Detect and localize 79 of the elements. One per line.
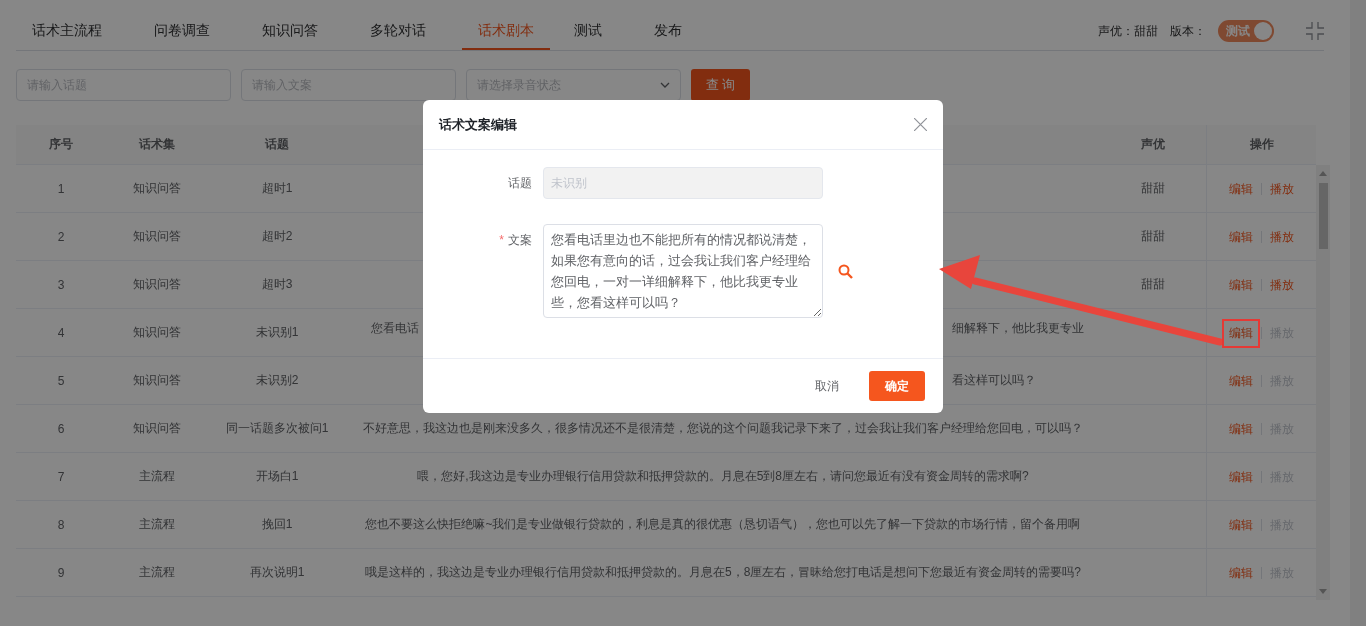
- table-cell-text: 您看电话: [371, 320, 419, 337]
- edit-link[interactable]: 编辑: [1229, 516, 1253, 533]
- tab[interactable]: 话术剧本: [462, 22, 550, 50]
- tab[interactable]: 发布: [638, 22, 698, 50]
- table-cell-text: 同一话题多次被问1: [224, 420, 330, 437]
- query-button[interactable]: 查 询: [691, 69, 750, 101]
- tab[interactable]: 知识问答: [246, 22, 334, 50]
- edit-link[interactable]: 编辑: [1229, 564, 1253, 581]
- scroll-up-icon[interactable]: [1319, 171, 1327, 176]
- play-link[interactable]: 播放: [1270, 276, 1294, 293]
- tab[interactable]: 多轮对话: [354, 22, 442, 50]
- chevron-down-icon: [660, 82, 670, 88]
- field-label: * 文案: [498, 232, 533, 249]
- version-label: 版本：: [1170, 22, 1206, 40]
- table-cell-text: 6: [56, 420, 66, 438]
- table-cell-text: 主流程: [138, 468, 176, 485]
- table-cell-text: 未识别1: [254, 324, 300, 341]
- table-cell-text: 主流程: [138, 564, 176, 581]
- scrollbar-thumb[interactable]: [1319, 183, 1328, 249]
- table-cell-text: 知识问答: [132, 180, 182, 197]
- table-cell-text: 不好意思，我这边也是刚来没多久，很多情况还不是很清楚，您说的这个问题我记录下来了，过会我让我们客户经理给您回电，可以吗？: [362, 420, 1084, 437]
- play-link[interactable]: 播放: [1270, 228, 1294, 245]
- column-header: 话题: [264, 136, 290, 153]
- cancel-button[interactable]: 取消: [809, 376, 845, 396]
- edit-link[interactable]: 编辑: [1229, 228, 1253, 245]
- scroll-down-icon[interactable]: [1319, 589, 1327, 594]
- field-label: 话题: [507, 175, 533, 192]
- table-cell-text: 开场白1: [254, 468, 300, 485]
- table-cell-text: 甜甜: [1140, 180, 1166, 197]
- version-switch[interactable]: 测试: [1218, 20, 1274, 42]
- table-cell-text: 超时3: [260, 276, 294, 293]
- edit-link[interactable]: 编辑: [1229, 180, 1253, 197]
- edit-link[interactable]: 编辑: [1229, 276, 1253, 293]
- dialog-title: 话术文案编辑: [439, 115, 517, 134]
- search-icon[interactable]: [838, 264, 853, 279]
- table-cell-text: 超时1: [260, 180, 294, 197]
- table-cell-text: 3: [56, 276, 66, 294]
- tab[interactable]: 问卷调查: [138, 22, 226, 50]
- table-cell-text: 挽回1: [260, 516, 294, 533]
- column-header: 声优: [1140, 136, 1166, 153]
- column-header: 操作: [1206, 125, 1316, 164]
- close-icon[interactable]: [914, 118, 927, 131]
- column-header: 话术集: [138, 136, 176, 153]
- table-cell-text: 9: [56, 564, 66, 582]
- collapse-icon[interactable]: [1306, 22, 1324, 40]
- table-cell-text: 知识问答: [132, 276, 182, 293]
- edit-link[interactable]: 编辑: [1229, 420, 1253, 437]
- tab[interactable]: 话术主流程: [16, 22, 118, 50]
- table-cell-text: 您也不要这么快拒绝嘛~我们是专业做银行贷款的，利息是真的很优惠（恳切语气），您也可以先了解一下贷款的市场行情，留个备用啊: [364, 516, 1082, 533]
- edit-link[interactable]: 编辑: [1229, 324, 1253, 341]
- table-cell-text: 甜甜: [1140, 228, 1166, 245]
- table-cell-text: 主流程: [138, 516, 176, 533]
- table-cell-text: 看这样可以吗？: [952, 372, 1036, 389]
- table-cell-text: 喂，您好,我这边是专业办理银行信用贷款和抵押贷款的。月息在5到8厘左右，请问您最近有没有资金周转的需求啊?: [416, 468, 1030, 485]
- table-cell-text: 4: [56, 324, 66, 342]
- table-cell-text: 1: [56, 180, 66, 198]
- voice-info: 声优：甜甜: [1098, 22, 1158, 40]
- table-cell-text: 细解释下，他比我更专业: [952, 320, 1084, 337]
- table-cell-text: 2: [56, 228, 66, 246]
- table-cell-text: 超时2: [260, 228, 294, 245]
- table-cell-text: 再次说明1: [248, 564, 306, 581]
- edit-link[interactable]: 编辑: [1229, 468, 1253, 485]
- table-cell-text: 未识别2: [254, 372, 300, 389]
- table-cell-text: 8: [56, 516, 66, 534]
- text-area[interactable]: 您看电话里边也不能把所有的情况都说清楚，如果您有意向的话，过会我让我们客户经理给您回电，一对一详细解释下，他比我更专业些，您看这样可以吗？: [543, 224, 823, 318]
- table-cell-text: 知识问答: [132, 324, 182, 341]
- play-link[interactable]: 播放: [1270, 180, 1294, 197]
- table-cell-text: 7: [56, 468, 66, 486]
- table-cell-text: 甜甜: [1140, 276, 1166, 293]
- scrollbar[interactable]: [1316, 165, 1330, 600]
- confirm-button[interactable]: 确定: [869, 371, 925, 401]
- edit-link[interactable]: 编辑: [1229, 372, 1253, 389]
- tab[interactable]: 测试: [558, 22, 618, 50]
- table-cell-text: 知识问答: [132, 372, 182, 389]
- table-cell-text: 知识问答: [132, 228, 182, 245]
- table-cell-text: 哦是这样的，我这边是专业办理银行信用贷款和抵押贷款的。月息在5，8厘左右，冒昧给您打电话是想问下您最近有资金周转的需要吗?: [364, 564, 1082, 581]
- column-header: 序号: [48, 136, 74, 153]
- table-cell-text: 知识问答: [132, 420, 182, 437]
- table-cell-text: 5: [56, 372, 66, 390]
